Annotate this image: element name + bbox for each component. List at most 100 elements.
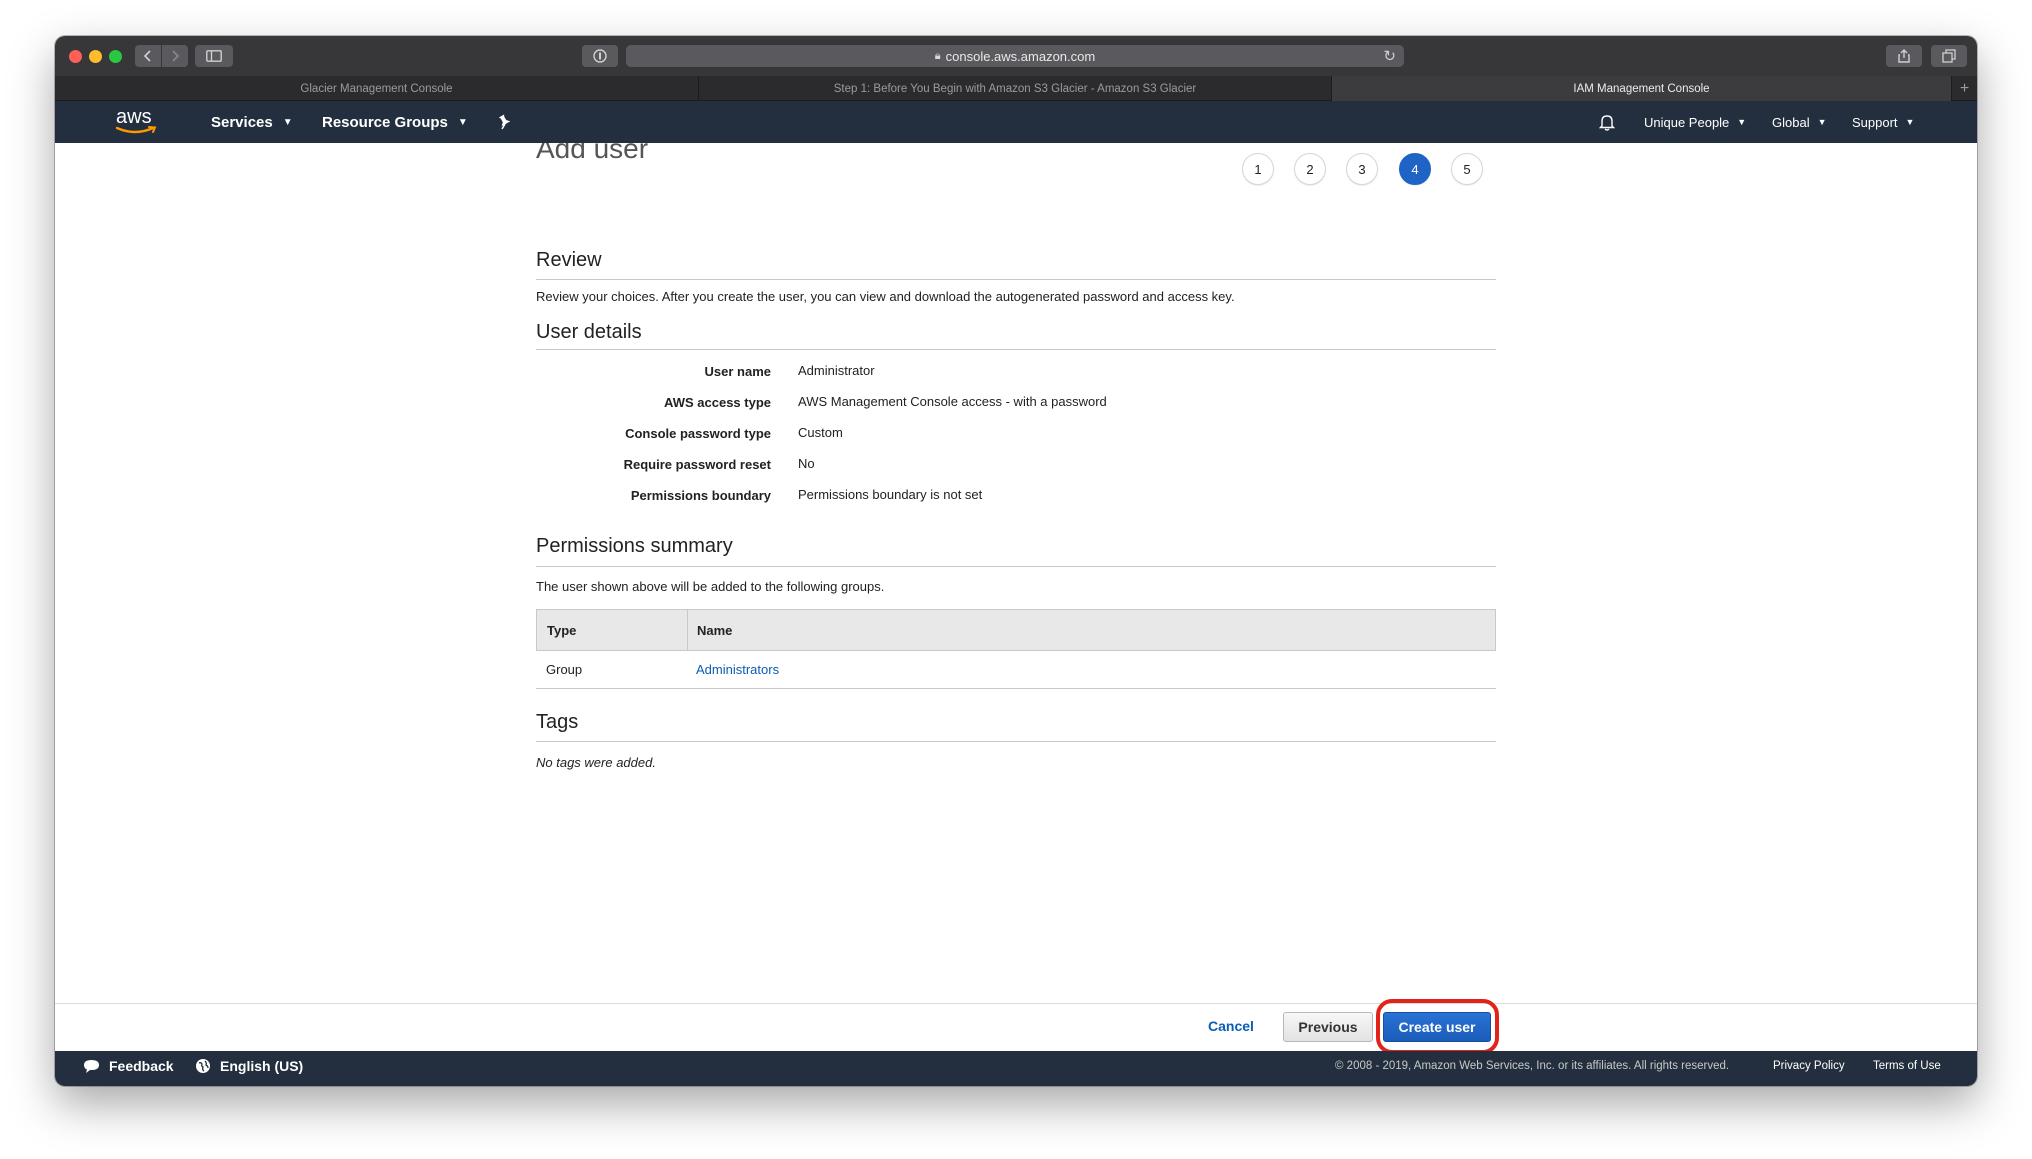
aws-smile-icon <box>115 126 157 134</box>
administrators-group-link[interactable]: Administrators <box>696 662 779 677</box>
chevron-right-icon <box>172 50 180 62</box>
reload-icon[interactable]: ↻ <box>1383 47 1396 65</box>
region-menu[interactable]: Global ▼ <box>1772 101 1827 143</box>
close-window-button[interactable] <box>69 50 82 63</box>
column-divider <box>687 610 688 651</box>
pin-icon <box>498 114 511 130</box>
address-url: console.aws.amazon.com <box>945 48 1096 64</box>
step-4-active[interactable]: 4 <box>1399 153 1431 185</box>
pin-button[interactable] <box>498 101 512 143</box>
address-bar[interactable]: 🔒︎ console.aws.amazon.com ↻ <box>626 45 1404 67</box>
speech-bubble-icon <box>84 1059 99 1073</box>
browser-tab-iam[interactable]: IAM Management Console <box>1332 76 1952 101</box>
lock-icon: 🔒︎ <box>934 49 941 62</box>
share-button[interactable] <box>1886 45 1922 67</box>
password-reset-label: Require password reset <box>623 457 771 472</box>
support-label: Support <box>1852 114 1898 130</box>
browser-tab-bar: Glacier Management Console Step 1: Befor… <box>55 76 1977 101</box>
sidebar-toggle-button[interactable] <box>195 45 233 67</box>
copyright-text: © 2008 - 2019, Amazon Web Services, Inc.… <box>1335 1060 1730 1072</box>
user-details-heading: User details <box>536 321 642 343</box>
language-label: English (US) <box>220 1058 304 1074</box>
password-reset-value: No <box>798 456 815 471</box>
section-divider <box>536 279 1496 280</box>
services-menu[interactable]: Services ▼ <box>211 101 293 143</box>
resource-groups-label: Resource Groups <box>322 113 448 131</box>
step-5[interactable]: 5 <box>1451 153 1483 185</box>
account-label: Unique People <box>1644 114 1730 130</box>
account-menu[interactable]: Unique People ▼ <box>1644 101 1746 143</box>
minimize-window-button[interactable] <box>89 50 102 63</box>
feedback-label: Feedback <box>109 1058 174 1074</box>
password-type-label: Console password type <box>625 426 771 441</box>
table-header: Type Name <box>536 609 1496 651</box>
new-tab-button[interactable]: + <box>1952 76 1977 101</box>
zoom-window-button[interactable] <box>109 50 122 63</box>
permissions-summary-description: The user shown above will be added to th… <box>536 579 885 594</box>
privacy-report-icon <box>593 49 607 63</box>
row-type-cell: Group <box>546 662 583 677</box>
previous-button[interactable]: Previous <box>1283 1012 1373 1042</box>
step-2[interactable]: 2 <box>1294 153 1326 185</box>
aws-navbar: aws Services ▼ Resource Groups ▼ Unique … <box>55 101 1977 143</box>
section-divider <box>536 566 1496 567</box>
notifications-button[interactable] <box>1599 101 1615 143</box>
terms-of-use-link[interactable]: Terms of Use <box>1873 1051 1941 1081</box>
support-menu[interactable]: Support ▼ <box>1852 101 1914 143</box>
browser-tab-glacier-docs[interactable]: Step 1: Before You Begin with Amazon S3 … <box>699 76 1332 101</box>
chevron-down-icon: ▼ <box>1817 117 1827 127</box>
tags-heading: Tags <box>536 711 579 733</box>
section-divider <box>536 349 1496 350</box>
table-row: Group Administrators <box>536 651 1496 689</box>
user-name-label: User name <box>704 364 771 379</box>
region-label: Global <box>1772 114 1810 130</box>
privacy-report-button[interactable] <box>582 45 618 67</box>
chevron-left-icon <box>143 50 151 62</box>
create-user-button[interactable]: Create user <box>1383 1012 1491 1042</box>
tab-overview-icon <box>1942 49 1956 63</box>
review-description: Review your choices. After you create th… <box>536 289 1235 304</box>
privacy-policy-link[interactable]: Privacy Policy <box>1773 1051 1845 1081</box>
bell-icon <box>1599 115 1615 131</box>
aws-footer: Feedback English (US) © 2008 - 2019, Ama… <box>55 1051 1977 1086</box>
browser-tab-glacier[interactable]: Glacier Management Console <box>55 76 699 101</box>
review-heading: Review <box>536 249 602 271</box>
browser-tab-label: IAM Management Console <box>1573 82 1710 95</box>
services-label: Services <box>211 113 273 131</box>
column-header-type[interactable]: Type <box>547 623 576 638</box>
language-selector[interactable]: English (US) <box>195 1051 303 1081</box>
plus-icon: + <box>1959 79 1970 97</box>
page-title: Add user <box>536 143 649 164</box>
step-1[interactable]: 1 <box>1242 153 1274 185</box>
access-type-value: AWS Management Console access - with a p… <box>798 394 1107 409</box>
feedback-link[interactable]: Feedback <box>83 1051 174 1081</box>
section-divider <box>536 741 1496 742</box>
no-tags-text: No tags were added. <box>536 755 656 770</box>
browser-tab-label: Step 1: Before You Begin with Amazon S3 … <box>833 82 1197 95</box>
password-type-value: Custom <box>798 425 843 440</box>
wizard-action-bar: Cancel Previous Create user <box>55 999 1977 1054</box>
browser-titlebar: 🔒︎ console.aws.amazon.com ↻ <box>55 36 1977 76</box>
cancel-button[interactable]: Cancel <box>1208 1018 1254 1034</box>
column-header-name[interactable]: Name <box>697 623 732 638</box>
share-icon <box>1898 49 1910 63</box>
chevron-down-icon: ▼ <box>1737 117 1747 127</box>
sidebar-icon <box>206 50 222 62</box>
permissions-boundary-label: Permissions boundary <box>630 488 771 503</box>
back-button[interactable] <box>135 45 161 67</box>
page-content: Add user 1 2 3 4 5 Review Review your ch… <box>55 143 1977 1003</box>
globe-icon <box>196 1059 210 1073</box>
chevron-down-icon: ▼ <box>457 116 468 128</box>
permissions-summary-heading: Permissions summary <box>536 535 733 557</box>
aws-logo[interactable]: aws <box>115 106 159 136</box>
browser-window: 🔒︎ console.aws.amazon.com ↻ Glacier Mana… <box>55 36 1977 1086</box>
access-type-label: AWS access type <box>664 395 771 410</box>
chevron-down-icon: ▼ <box>282 116 293 128</box>
step-3[interactable]: 3 <box>1346 153 1378 185</box>
forward-button[interactable] <box>162 45 188 67</box>
browser-tab-label: Glacier Management Console <box>300 82 453 95</box>
user-name-value: Administrator <box>798 363 875 378</box>
resource-groups-menu[interactable]: Resource Groups ▼ <box>322 101 468 143</box>
tab-overview-button[interactable] <box>1931 45 1967 67</box>
permissions-boundary-value: Permissions boundary is not set <box>798 487 983 502</box>
